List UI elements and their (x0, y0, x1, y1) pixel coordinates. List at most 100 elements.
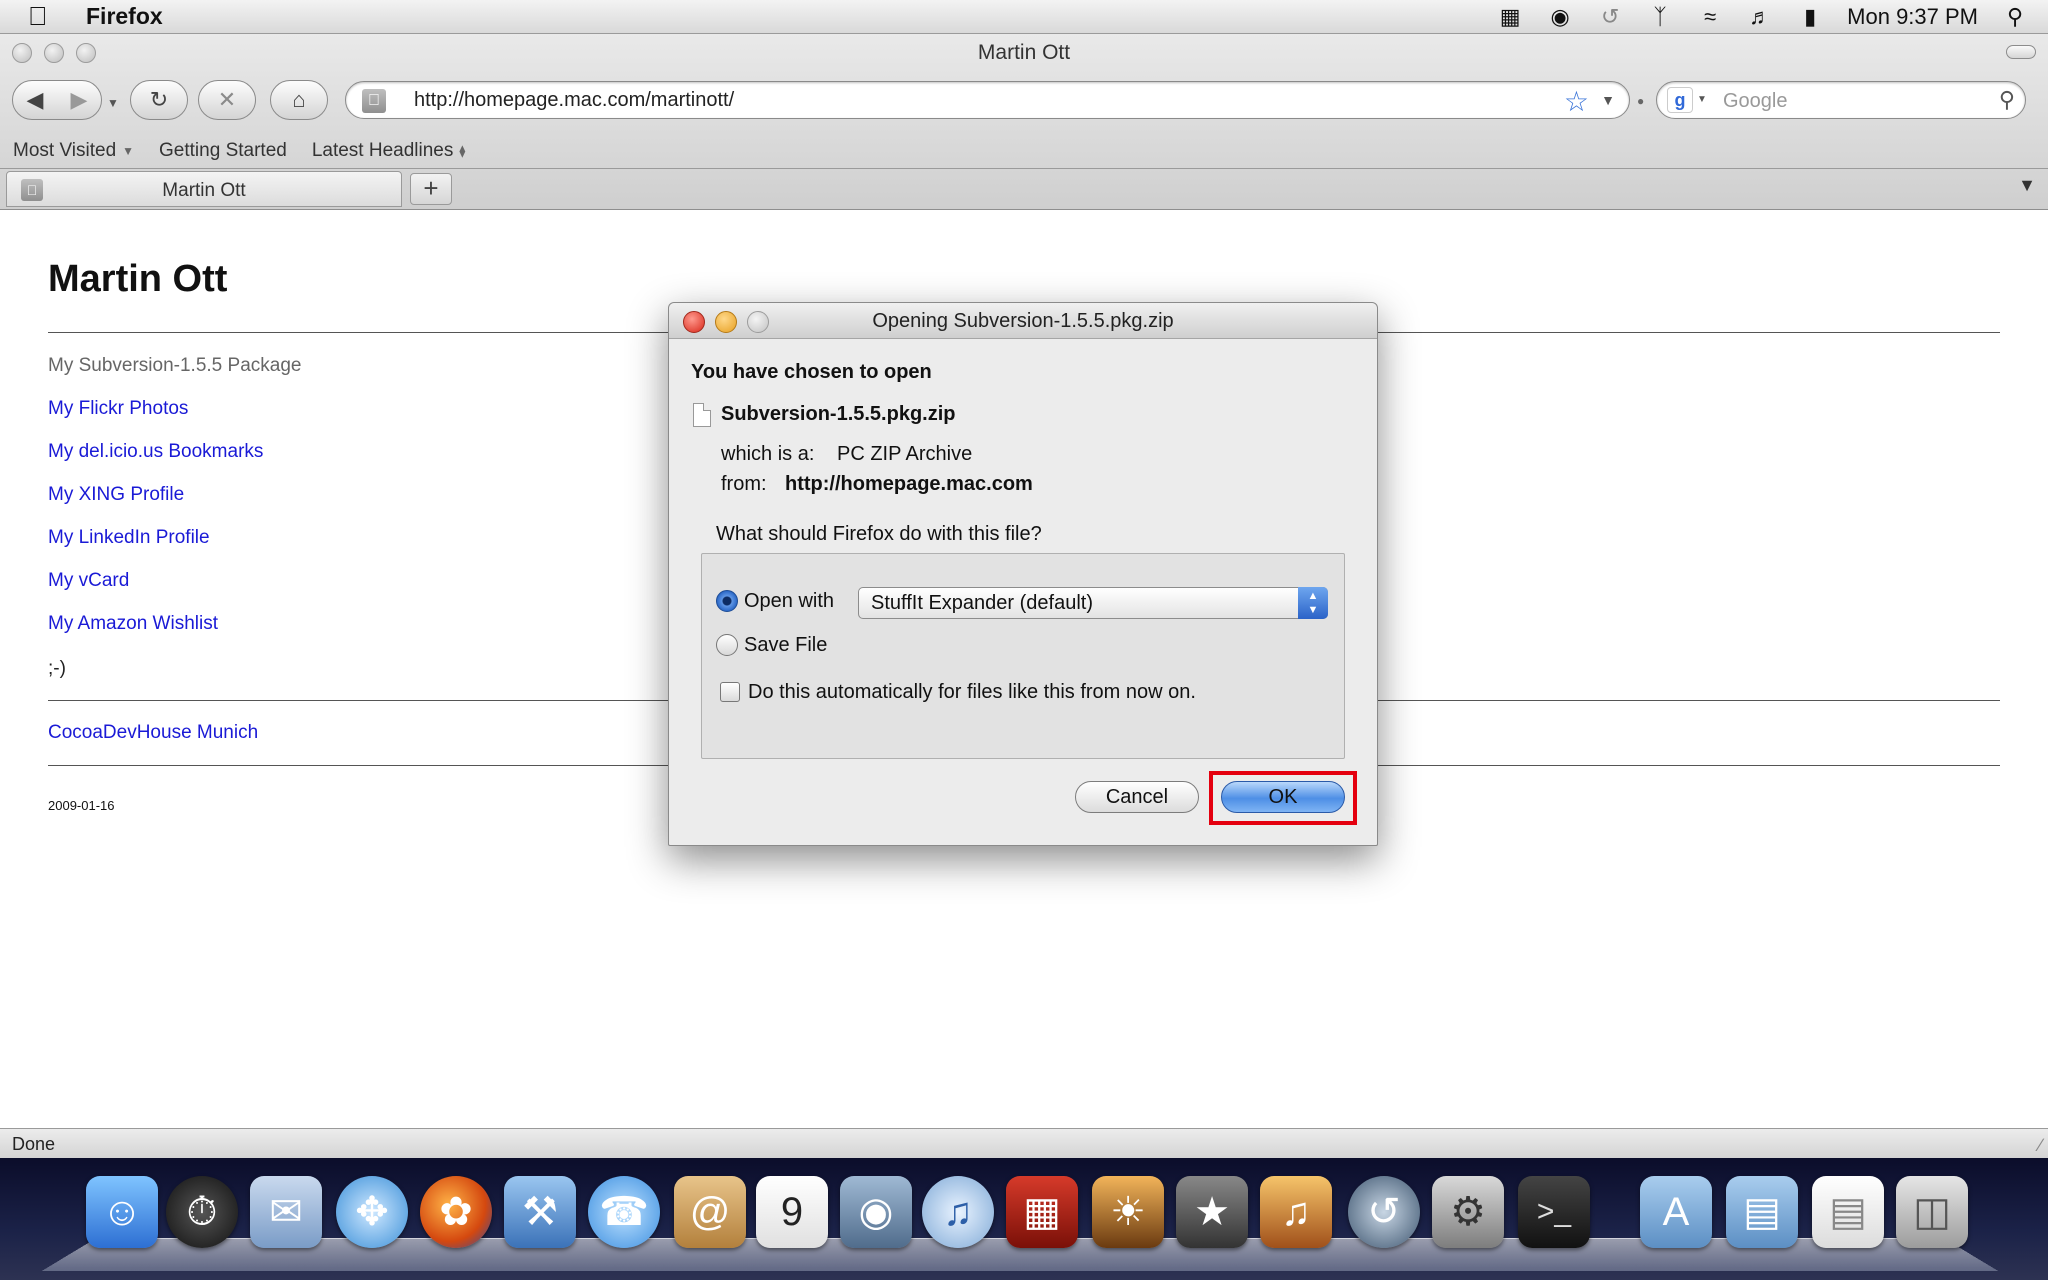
tab-strip:  Martin Ott + ▼ (0, 168, 2048, 210)
spotlight-icon[interactable]: ⚲ (2002, 4, 2028, 30)
document-icon (693, 403, 711, 427)
home-icon: ⌂ (292, 87, 305, 113)
search-input[interactable]: Google (1723, 90, 1788, 113)
browser-chrome: Martin Ott ◀ ▶ ▼ ↻ ✕ ⌂  http://homepage… (0, 34, 2048, 210)
open-with-radio[interactable] (716, 590, 738, 612)
url-bar[interactable]:  http://homepage.mac.com/martinott/ ☆ ▼ (345, 81, 1630, 119)
tab-list-button[interactable]: ▼ (2012, 175, 2042, 203)
stop-icon: ✕ (218, 87, 236, 113)
open-file-dialog: Opening Subversion-1.5.5.pkg.zip You hav… (668, 302, 1378, 846)
link-delicious[interactable]: My del.icio.us Bookmarks (48, 441, 263, 463)
status-bar: Done ∕ (0, 1128, 2048, 1158)
open-with-app-value: StuffIt Expander (default) (871, 592, 1093, 615)
bookmark-latest-headlines[interactable]: Latest Headlines ⧫ (312, 140, 465, 162)
file-name: Subversion-1.5.5.pkg.zip (721, 403, 956, 426)
tab-martin-ott[interactable]:  Martin Ott (6, 171, 402, 207)
save-file-radio[interactable] (716, 634, 738, 656)
itunes-icon[interactable]: ♫ (922, 1176, 994, 1248)
home-button[interactable]: ⌂ (270, 80, 328, 120)
package-text: My Subversion-1.5.5 Package (48, 355, 301, 377)
applications-folder-icon[interactable]: A (1640, 1176, 1712, 1248)
document-stack-icon[interactable]: ▤ (1812, 1176, 1884, 1248)
dialog-title: Opening Subversion-1.5.5.pkg.zip (669, 310, 1377, 333)
terminal-icon[interactable]: >_ (1518, 1176, 1590, 1248)
back-forward-buttons: ◀ ▶ (12, 80, 102, 120)
binoculars-icon[interactable]: ◉ (1547, 4, 1573, 30)
wifi-icon[interactable]: ≈ (1697, 4, 1723, 30)
apple-menu-icon[interactable]:  (28, 1, 60, 32)
url-text[interactable]: http://homepage.mac.com/martinott/ (414, 89, 734, 112)
page-date: 2009-01-16 (48, 798, 115, 813)
select-arrows-icon: ▲ ▼ (1298, 587, 1328, 619)
garageband-icon[interactable]: ♫ (1260, 1176, 1332, 1248)
open-with-app-select[interactable]: StuffIt Expander (default) ▲ ▼ (858, 587, 1328, 619)
stop-button[interactable]: ✕ (198, 80, 256, 120)
menu-clock[interactable]: Mon 9:37 PM (1847, 4, 1978, 30)
link-xing[interactable]: My XING Profile (48, 484, 184, 506)
file-source-label: from: (721, 473, 767, 496)
battery-icon[interactable]: ▮ (1797, 4, 1823, 30)
cancel-button[interactable]: Cancel (1075, 781, 1199, 813)
ok-button[interactable]: OK (1221, 781, 1345, 813)
bookmarks-toolbar: Most Visited ▼ Getting Started Latest Hea… (0, 134, 2048, 168)
address-book-icon[interactable]: @ (674, 1176, 746, 1248)
reload-button[interactable]: ↻ (130, 80, 188, 120)
history-dropdown-icon[interactable]: ▼ (107, 96, 119, 110)
auto-action-label[interactable]: Do this automatically for files like thi… (748, 681, 1196, 704)
window-titlebar[interactable]: Martin Ott (0, 34, 2048, 72)
file-type-label: which is a: (721, 443, 814, 466)
link-amazon-wishlist[interactable]: My Amazon Wishlist (48, 613, 218, 635)
firefox-icon[interactable]: ✿ (420, 1176, 492, 1248)
ichat-icon[interactable]: ☎ (588, 1176, 660, 1248)
documents-folder-icon[interactable]: ▤ (1726, 1176, 1798, 1248)
mail-icon[interactable]: ✉ (250, 1176, 322, 1248)
page-title: Martin Ott (48, 258, 227, 301)
link-vcard[interactable]: My vCard (48, 570, 129, 592)
smiley-text: ;-) (48, 658, 66, 680)
status-text: Done (12, 1134, 55, 1155)
preview-icon[interactable]: ◉ (840, 1176, 912, 1248)
tab-title: Martin Ott (7, 180, 401, 202)
rss-icon: ⧫ (459, 144, 465, 158)
save-file-label[interactable]: Save File (744, 634, 827, 657)
tab-list-icon: ▼ (2018, 175, 2036, 195)
plus-icon: + (423, 173, 438, 203)
link-flickr[interactable]: My Flickr Photos (48, 398, 188, 420)
url-history-dropdown-icon[interactable]: ▼ (1601, 92, 1615, 108)
bookmark-star-icon[interactable]: ☆ (1564, 85, 1589, 118)
resize-grip-icon[interactable]: ∕ (2039, 1135, 2042, 1156)
forward-icon[interactable]: ▶ (57, 87, 101, 113)
front-row-icon[interactable]: ▦ (1006, 1176, 1078, 1248)
ical-icon[interactable]: 9 (756, 1176, 828, 1248)
link-linkedin[interactable]: My LinkedIn Profile (48, 527, 210, 549)
menu-extra-icon[interactable]: ▦ (1497, 4, 1523, 30)
bluetooth-icon[interactable]: ᛉ (1647, 4, 1673, 30)
imovie-icon[interactable]: ★ (1176, 1176, 1248, 1248)
google-engine-icon[interactable]: g (1667, 87, 1693, 113)
dialog-titlebar[interactable]: Opening Subversion-1.5.5.pkg.zip (669, 303, 1377, 339)
dashboard-icon[interactable]: ⏱ (166, 1176, 238, 1248)
toolbar-toggle-button[interactable] (2006, 45, 2036, 59)
search-engine-dropdown-icon[interactable]: ▼ (1697, 94, 1707, 105)
safari-icon[interactable]: ✥ (336, 1176, 408, 1248)
iphoto-icon[interactable]: ☀ (1092, 1176, 1164, 1248)
system-preferences-icon[interactable]: ⚙ (1432, 1176, 1504, 1248)
link-cocoadevhouse[interactable]: CocoaDevHouse Munich (48, 722, 258, 744)
volume-icon[interactable]: ♬ (1747, 4, 1773, 30)
search-bar[interactable]: g ▼ Google ⚲ (1656, 81, 2026, 119)
back-icon[interactable]: ◀ (13, 87, 57, 113)
bookmark-getting-started[interactable]: Getting Started (159, 140, 287, 162)
xcode-icon[interactable]: ⚒ (504, 1176, 576, 1248)
search-icon[interactable]: ⚲ (1999, 87, 2015, 113)
bookmark-most-visited[interactable]: Most Visited ▼ (13, 140, 134, 162)
action-options-group: Open with StuffIt Expander (default) ▲ ▼ … (701, 553, 1345, 759)
finder-icon[interactable]: ☺ (86, 1176, 158, 1248)
app-menu[interactable]: Firefox (86, 3, 163, 30)
time-machine-icon[interactable]: ↺ (1597, 4, 1623, 30)
open-with-label[interactable]: Open with (744, 590, 834, 613)
new-tab-button[interactable]: + (410, 173, 452, 205)
site-identity-icon[interactable]:  (362, 89, 386, 113)
time-machine-dock-icon[interactable]: ↺ (1348, 1176, 1420, 1248)
trash-icon[interactable]: ◫ (1896, 1176, 1968, 1248)
auto-action-checkbox[interactable] (720, 682, 740, 702)
